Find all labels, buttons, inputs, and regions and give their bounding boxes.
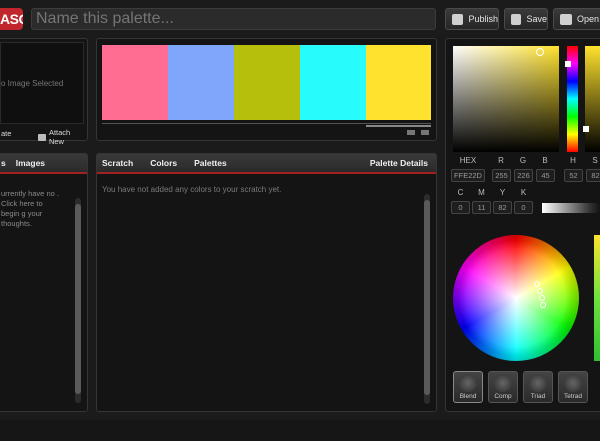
comp-label: Comp: [494, 393, 512, 400]
scratch-scrollbar[interactable]: [424, 194, 430, 404]
open-button[interactable]: Open: [553, 8, 600, 30]
update-link[interactable]: ate: [1, 129, 11, 138]
hex-label: HEX: [459, 156, 477, 165]
c-field[interactable]: 0: [451, 201, 470, 214]
triad-button[interactable]: Triad: [523, 371, 553, 403]
y-label: Y: [499, 188, 506, 197]
wheel-marker-3[interactable]: [539, 295, 545, 301]
m-label: M: [478, 188, 485, 197]
scratch-scroll-thumb[interactable]: [424, 200, 430, 395]
k-field[interactable]: 0: [514, 201, 533, 214]
triad-dial-icon: [529, 374, 547, 392]
palette-swatch-5[interactable]: [366, 45, 431, 120]
wheel-marker-2[interactable]: [537, 288, 543, 294]
y-field[interactable]: 82: [493, 201, 512, 214]
publish-button[interactable]: Publish: [445, 8, 499, 30]
r-field[interactable]: 255: [492, 169, 511, 182]
color-picker-panel: HEX R G B H S FFE22D 255 226 45 52 82 C …: [445, 38, 600, 412]
blend-label: Blend: [459, 393, 477, 400]
hue-handle[interactable]: [565, 61, 571, 67]
scratch-tabbar: Scratch Colors Palettes Palette Details: [97, 154, 436, 174]
tetrad-button[interactable]: Tetrad: [558, 371, 588, 403]
publish-label: Publish: [468, 14, 498, 24]
brightness-slider[interactable]: [583, 46, 600, 152]
b-field[interactable]: 45: [536, 169, 555, 182]
publish-icon: [452, 13, 464, 25]
tab-scratch[interactable]: Scratch: [102, 158, 133, 168]
g-label: G: [519, 156, 527, 165]
s-label: S: [592, 156, 598, 165]
grid-icon[interactable]: [421, 130, 429, 135]
image-panel: o Image Selected ate Attach New: [0, 38, 88, 146]
palette-slider[interactable]: [366, 125, 431, 127]
wheel-marker-1[interactable]: [534, 281, 540, 287]
sv-cursor[interactable]: [536, 48, 544, 56]
triad-label: Triad: [530, 393, 546, 400]
palette-name-input[interactable]: [31, 8, 436, 30]
grayscale-bar[interactable]: [542, 203, 600, 213]
wheel-marker-4[interactable]: [540, 302, 546, 308]
scratch-empty-text: You have not added any colors to your sc…: [102, 185, 282, 194]
scratch-panel: Scratch Colors Palettes Palette Details …: [96, 153, 437, 412]
tab-colors[interactable]: Colors: [150, 158, 177, 168]
s-field[interactable]: 82: [586, 169, 600, 182]
tab-images[interactable]: Images: [16, 158, 45, 168]
tab-notes[interactable]: s: [1, 158, 6, 168]
save-icon: [511, 13, 522, 25]
no-image-text: o Image Selected: [1, 79, 64, 88]
hex-field[interactable]: FFE22D: [451, 169, 485, 182]
attach-new-button[interactable]: Attach New: [38, 128, 87, 146]
palette-details-button[interactable]: Palette Details: [370, 158, 428, 168]
notes-panel: s Images urrently have no . Click here t…: [0, 153, 88, 412]
app-logo[interactable]: ASO: [0, 8, 23, 30]
palette-swatch-2[interactable]: [168, 45, 234, 120]
expand-icon[interactable]: [407, 130, 415, 135]
notes-scroll-thumb[interactable]: [75, 204, 81, 394]
open-icon: [560, 13, 572, 25]
save-label: Save: [526, 14, 547, 24]
notes-tabbar: s Images: [0, 154, 87, 174]
harmony-strip[interactable]: [594, 235, 600, 361]
palette-swatches: [102, 45, 431, 120]
palette-swatch-1[interactable]: [102, 45, 168, 120]
tab-palettes[interactable]: Palettes: [194, 158, 227, 168]
palette-swatch-3[interactable]: [234, 45, 300, 120]
palette-preview-panel: [96, 38, 437, 141]
palette-swatch-4[interactable]: [300, 45, 366, 120]
blend-dial-icon: [459, 374, 477, 392]
c-label: C: [457, 188, 464, 197]
h-label: H: [570, 156, 576, 165]
notes-scrollbar[interactable]: [75, 198, 81, 403]
h-field[interactable]: 52: [564, 169, 583, 182]
b-label: B: [542, 156, 548, 165]
color-wheel-shade: [453, 235, 579, 361]
tetrad-dial-icon: [564, 374, 582, 392]
comp-button[interactable]: Comp: [488, 371, 518, 403]
k-label: K: [520, 188, 527, 197]
comp-dial-icon: [494, 374, 512, 392]
color-wheel[interactable]: [453, 235, 579, 361]
tetrad-label: Tetrad: [563, 393, 583, 400]
palette-divider: [102, 123, 431, 124]
notes-empty-text[interactable]: urrently have no . Click here to begin g…: [1, 189, 63, 229]
g-field[interactable]: 226: [514, 169, 533, 182]
hue-slider[interactable]: [565, 46, 578, 152]
save-button[interactable]: Save: [504, 8, 548, 30]
m-field[interactable]: 11: [472, 201, 491, 214]
open-label: Open: [577, 14, 600, 24]
footer-strip: [0, 420, 600, 441]
brightness-handle[interactable]: [583, 126, 589, 132]
r-label: R: [498, 156, 504, 165]
blend-button[interactable]: Blend: [453, 371, 483, 403]
attach-label: Attach New: [48, 128, 71, 146]
attach-icon: [38, 133, 46, 141]
saturation-value-picker[interactable]: [453, 46, 559, 152]
